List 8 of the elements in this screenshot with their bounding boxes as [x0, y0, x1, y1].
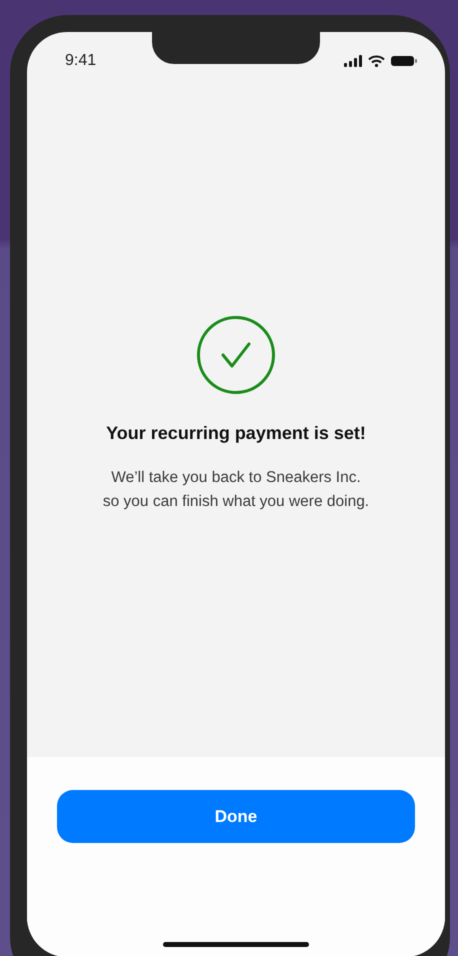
confirmation-message: We’ll take you back to Sneakers Inc. so you can finish what you were doing.	[102, 468, 370, 512]
wifi-icon	[368, 55, 385, 67]
check-circle-icon	[196, 315, 276, 395]
signal-icon	[344, 55, 362, 67]
done-button[interactable]: Done	[57, 790, 415, 843]
battery-icon	[391, 55, 417, 67]
status-time: 9:41	[65, 52, 96, 70]
confirmation-title: Your recurring payment is set!	[106, 423, 366, 444]
